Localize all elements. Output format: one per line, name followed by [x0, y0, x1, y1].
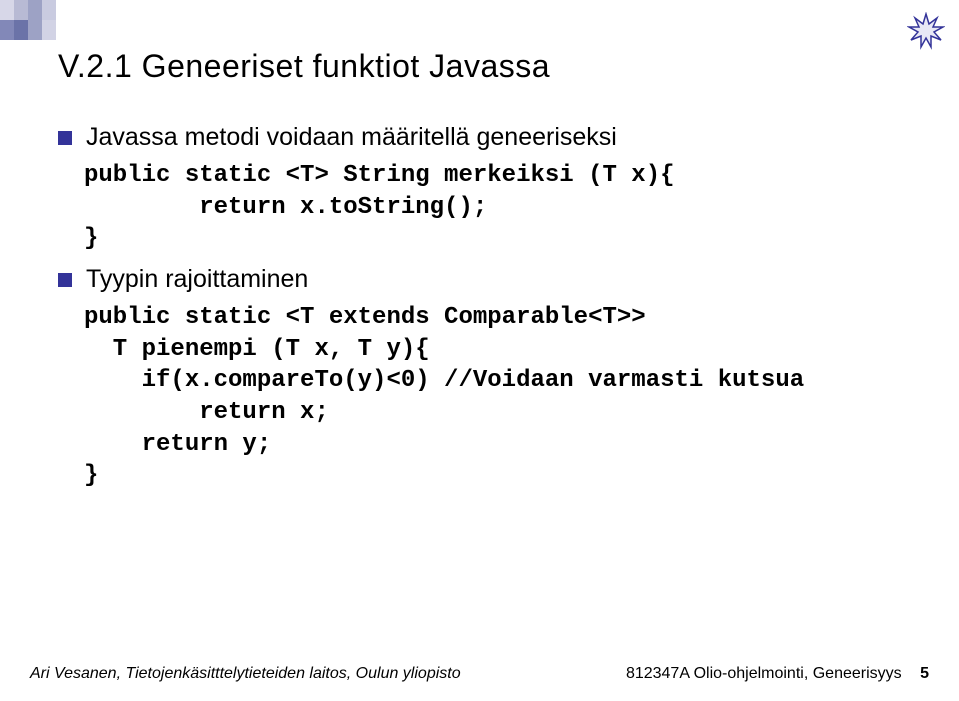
bullet-square-icon [58, 131, 72, 145]
code-block: public static <T extends Comparable<T>> … [84, 302, 899, 492]
bullet-item: Javassa metodi voidaan määritellä geneer… [58, 123, 899, 152]
corner-decoration [0, 0, 60, 40]
bullet-item: Tyypin rajoittaminen [58, 265, 899, 294]
star-icon [907, 12, 945, 55]
slide-content: V.2.1 Geneeriset funktiot Javassa Javass… [58, 48, 899, 502]
footer-page-number: 5 [920, 665, 929, 682]
slide-title: V.2.1 Geneeriset funktiot Javassa [58, 48, 899, 85]
footer-course: 812347A Olio-ohjelmointi, Geneerisyys 5 [626, 665, 929, 683]
slide-footer: Ari Vesanen, Tietojenkäsitttelytieteiden… [30, 665, 929, 683]
code-block: public static <T> String merkeiksi (T x)… [84, 160, 899, 255]
footer-course-text: 812347A Olio-ohjelmointi, Geneerisyys [626, 665, 902, 682]
bullet-text: Tyypin rajoittaminen [86, 265, 308, 294]
footer-author: Ari Vesanen, Tietojenkäsitttelytieteiden… [30, 665, 461, 683]
bullet-square-icon [58, 273, 72, 287]
bullet-text: Javassa metodi voidaan määritellä geneer… [86, 123, 617, 152]
